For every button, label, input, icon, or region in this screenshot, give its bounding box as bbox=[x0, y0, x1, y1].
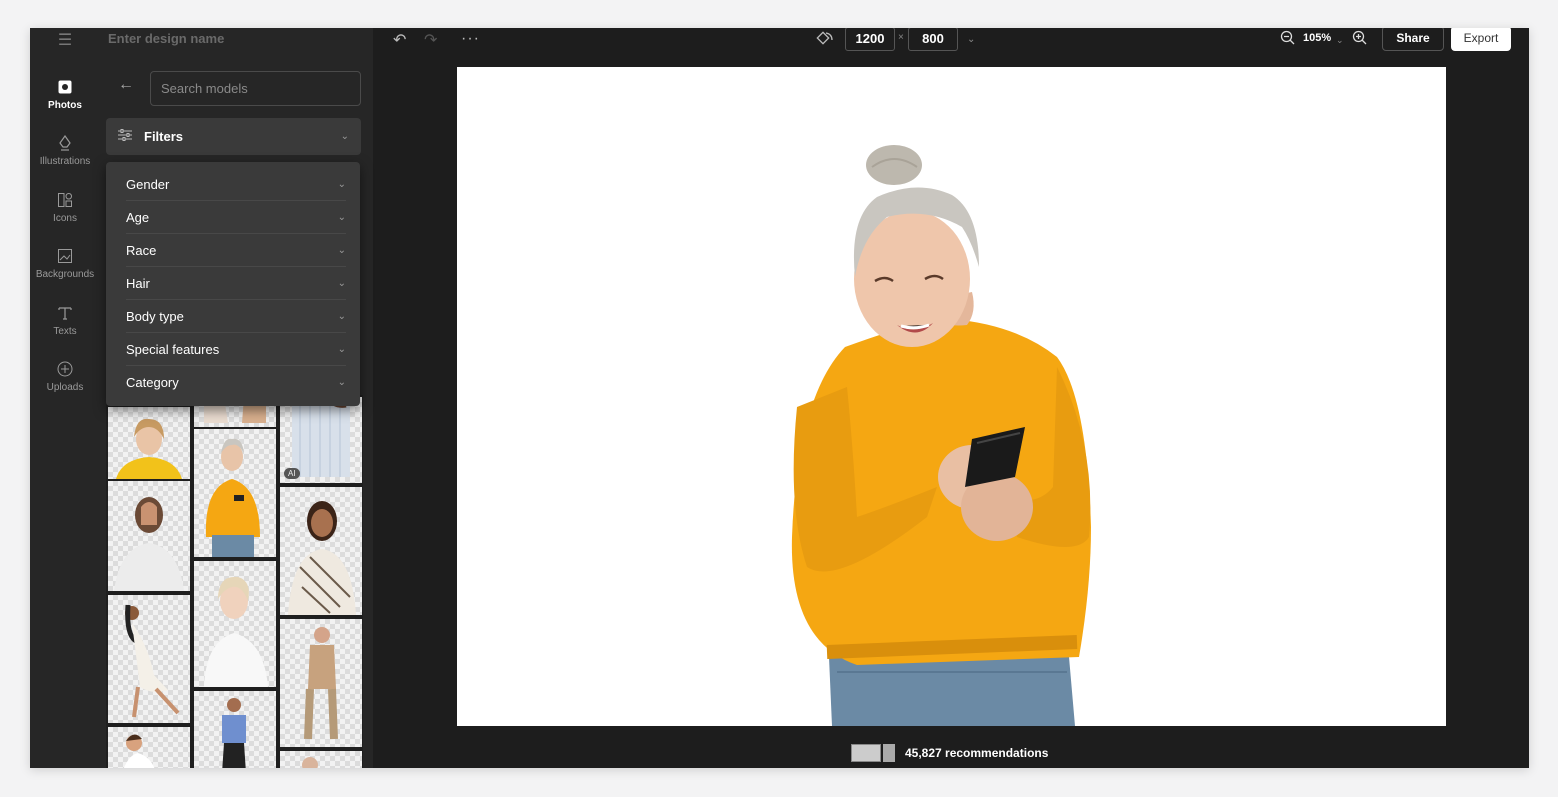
photo-tile[interactable] bbox=[106, 479, 192, 593]
photo-tile[interactable]: AI bbox=[278, 395, 363, 485]
rail-item-label: Texts bbox=[53, 326, 77, 337]
filter-option-hair[interactable]: Hair ⌄ bbox=[126, 267, 346, 300]
recommendation-thumbnail bbox=[851, 744, 881, 762]
photo-tile[interactable] bbox=[192, 559, 278, 689]
rail-item-label: Uploads bbox=[46, 382, 84, 393]
filter-option-label: Special features bbox=[126, 341, 220, 357]
chevron-down-icon: ⌄ bbox=[337, 211, 346, 223]
photo-tile[interactable] bbox=[192, 427, 278, 559]
photo-tile[interactable] bbox=[106, 405, 192, 481]
photo-tile[interactable] bbox=[278, 749, 363, 768]
filter-option-label: Age bbox=[126, 209, 150, 225]
filter-option-label: Race bbox=[126, 242, 157, 258]
model-photo bbox=[125, 604, 180, 718]
model-photo bbox=[302, 757, 318, 768]
model-photo bbox=[204, 576, 268, 687]
hamburger-menu-icon[interactable]: ☰ bbox=[54, 30, 76, 49]
zoom-level[interactable]: 105% bbox=[1303, 32, 1331, 44]
rail-item-label: Photos bbox=[48, 100, 82, 111]
search-input[interactable] bbox=[150, 71, 361, 106]
more-options-icon[interactable]: ··· bbox=[461, 30, 480, 48]
zoom-chevron-icon[interactable]: ⌄ bbox=[1336, 35, 1344, 46]
photo-tile[interactable] bbox=[106, 593, 192, 725]
filters-label: Filters bbox=[144, 129, 184, 144]
recommendation-thumbnail bbox=[883, 744, 895, 762]
model-photo bbox=[222, 698, 246, 768]
model-photo bbox=[288, 501, 356, 615]
rail-item-icons[interactable]: Icons bbox=[30, 189, 100, 224]
chevron-down-icon: ⌄ bbox=[337, 310, 346, 322]
photo-tile[interactable] bbox=[278, 485, 363, 617]
filter-option-category[interactable]: Category ⌄ bbox=[126, 366, 346, 399]
rail-item-uploads[interactable]: Uploads bbox=[30, 358, 100, 393]
top-toolbar: ↶ ↷ ··· 1200 × 800 ⌄ 105% ⌄ Share Export bbox=[373, 28, 1529, 55]
rail-item-illustrations[interactable]: Illustrations bbox=[30, 132, 100, 167]
shapes-icon bbox=[30, 189, 100, 211]
undo-icon[interactable]: ↶ bbox=[393, 30, 406, 50]
zoom-out-icon[interactable] bbox=[1280, 30, 1296, 51]
chevron-down-icon: ⌄ bbox=[337, 244, 346, 256]
model-photo bbox=[205, 438, 260, 557]
rail-item-photos[interactable]: Photos bbox=[30, 76, 100, 111]
rail-item-label: Icons bbox=[53, 213, 77, 224]
back-arrow-icon[interactable]: ← bbox=[118, 76, 134, 94]
model-photo bbox=[123, 734, 155, 768]
photo-tile[interactable] bbox=[192, 689, 278, 768]
filter-option-label: Gender bbox=[126, 176, 170, 192]
redo-icon[interactable]: ↷ bbox=[424, 30, 437, 50]
rail-item-label: Illustrations bbox=[39, 156, 91, 167]
recommendations-bar[interactable]: 45,827 recommendations bbox=[851, 744, 1048, 762]
rail-item-texts[interactable]: Texts bbox=[30, 302, 100, 337]
design-canvas[interactable] bbox=[457, 67, 1446, 726]
filter-option-special-features[interactable]: Special features ⌄ bbox=[126, 333, 346, 366]
chevron-down-icon: ⌄ bbox=[337, 178, 346, 190]
recommendations-count: 45,827 recommendations bbox=[905, 746, 1049, 760]
upload-icon bbox=[30, 358, 100, 380]
photo-icon bbox=[30, 76, 100, 98]
filters-button[interactable]: Filters ⌄ bbox=[106, 118, 361, 155]
filter-option-body-type[interactable]: Body type ⌄ bbox=[126, 300, 346, 333]
filter-option-label: Hair bbox=[126, 275, 150, 291]
filter-option-gender[interactable]: Gender ⌄ bbox=[126, 168, 346, 201]
filter-option-label: Body type bbox=[126, 308, 184, 324]
rail-item-label: Backgrounds bbox=[35, 269, 95, 280]
pen-nib-icon bbox=[30, 132, 100, 154]
export-button[interactable]: Export bbox=[1451, 28, 1511, 51]
zoom-in-icon[interactable] bbox=[1352, 30, 1368, 51]
chevron-down-icon: ⌄ bbox=[340, 131, 349, 142]
rail-item-backgrounds[interactable]: Backgrounds bbox=[30, 245, 100, 280]
model-photo bbox=[304, 627, 338, 740]
filter-option-age[interactable]: Age ⌄ bbox=[126, 201, 346, 234]
model-image bbox=[791, 145, 1091, 726]
filters-dropdown: Gender ⌄ Age ⌄ Race ⌄ Hair ⌄ Body type ⌄ Spec… bbox=[106, 162, 360, 406]
size-presets-chevron-icon[interactable]: ⌄ bbox=[967, 34, 975, 45]
design-name-field[interactable]: Enter design name bbox=[108, 31, 224, 46]
filter-option-race[interactable]: Race ⌄ bbox=[126, 234, 346, 267]
model-photo bbox=[116, 418, 182, 479]
height-input[interactable]: 800 bbox=[908, 28, 958, 51]
text-icon bbox=[30, 302, 100, 324]
image-icon bbox=[30, 245, 100, 267]
rotate-icon[interactable] bbox=[816, 30, 834, 51]
dimension-separator: × bbox=[898, 32, 904, 43]
chevron-down-icon: ⌄ bbox=[337, 377, 346, 388]
sliders-icon bbox=[118, 128, 132, 146]
filter-option-label: Category bbox=[126, 375, 179, 390]
editor-app: ☰ Photos Illustrations Icons Backgrounds bbox=[30, 28, 1529, 768]
chevron-down-icon: ⌄ bbox=[337, 343, 346, 355]
chevron-down-icon: ⌄ bbox=[337, 277, 346, 289]
tool-rail: ☰ Photos Illustrations Icons Backgrounds bbox=[30, 28, 100, 768]
model-photo bbox=[114, 497, 184, 591]
photo-tile[interactable] bbox=[106, 725, 192, 768]
ai-badge: AI bbox=[284, 468, 300, 479]
width-input[interactable]: 1200 bbox=[845, 28, 895, 51]
photo-tile[interactable] bbox=[278, 617, 363, 749]
share-button[interactable]: Share bbox=[1382, 28, 1444, 51]
